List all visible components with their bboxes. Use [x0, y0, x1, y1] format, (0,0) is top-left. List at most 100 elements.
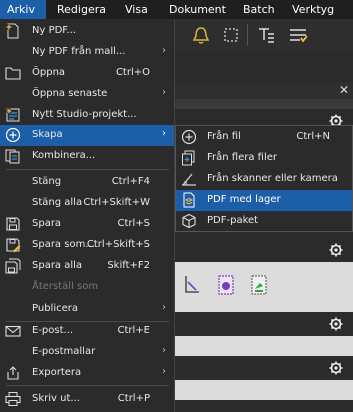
panel-header-2: [175, 238, 353, 262]
chevron-right-icon: ›: [162, 302, 166, 313]
menu-item-label: Stäng: [32, 176, 62, 187]
panel-header-4: [175, 356, 353, 380]
chevron-right-icon: ›: [162, 366, 166, 377]
panel-body-3: [175, 336, 353, 356]
panel-footer: [175, 400, 353, 412]
package-icon: [182, 213, 196, 229]
save-all-icon: [5, 258, 21, 274]
menu-redigera[interactable]: Redigera: [50, 0, 113, 19]
shortcut-text: Skift+F2: [107, 260, 150, 271]
shortcut-text: Ctrl+Skift+W: [83, 197, 150, 208]
menu-item-label: Nytt Studio-projekt...: [32, 109, 137, 120]
new-pdf-icon: [6, 23, 19, 39]
menu-batch[interactable]: Batch: [236, 0, 282, 19]
menu-item-print[interactable]: Skriv ut... Ctrl+P: [0, 389, 174, 410]
create-submenu: Från fil Ctrl+N Från flera filer Från sk…: [175, 125, 353, 232]
submenu-item-label: PDF med lager: [207, 194, 281, 205]
menu-item-label: Stäng alla: [32, 197, 83, 208]
shortcut-text: Ctrl+Skift+S: [86, 239, 150, 250]
toolbar: [175, 19, 353, 51]
menu-item-label: Återställ som: [32, 281, 99, 292]
menu-item-label: Publicera: [32, 303, 78, 314]
marquee-select-icon[interactable]: [220, 24, 242, 46]
menu-item-label: Skapa: [32, 129, 63, 140]
menu-item-save-as[interactable]: Spara som... Ctrl+Skift+S: [0, 235, 174, 256]
highlight-tool-icon[interactable]: [250, 274, 268, 296]
stamp-tool-icon[interactable]: [217, 274, 235, 296]
menu-separator: [6, 385, 169, 386]
gear-icon[interactable]: [329, 361, 343, 375]
menu-item-combine[interactable]: Kombinera...: [0, 146, 174, 167]
gear-icon[interactable]: [329, 317, 343, 331]
combine-icon: [5, 149, 20, 164]
panel-body-4: [175, 380, 353, 400]
submenu-item-from-multiple-files[interactable]: Från flera filer: [176, 148, 352, 169]
menubar: Arkiv Redigera Visa Dokument Batch Verkt…: [0, 0, 353, 19]
menu-item-label: Skriv ut...: [32, 393, 80, 404]
menu-separator: [6, 169, 169, 170]
toolbar-divider: [247, 24, 248, 46]
menu-item-export[interactable]: Exportera ›: [0, 363, 174, 384]
menu-visa[interactable]: Visa: [118, 0, 155, 19]
plus-circle-icon: [181, 129, 197, 145]
menu-item-publish[interactable]: Publicera ›: [0, 299, 174, 320]
chevron-right-icon: ›: [162, 345, 166, 356]
menu-item-close-all[interactable]: Stäng alla Ctrl+Skift+W: [0, 193, 174, 214]
submenu-item-from-scanner[interactable]: Från skanner eller kamera: [176, 169, 352, 190]
menu-item-new-studio-project[interactable]: Nytt Studio-projekt...: [0, 105, 174, 126]
shortcut-text: Ctrl+O: [115, 67, 150, 78]
menu-item-save-all[interactable]: Spara alla Skift+F2: [0, 256, 174, 277]
menu-item-open-recent[interactable]: Öppna senaste ›: [0, 84, 174, 105]
menu-item-email-templates[interactable]: E-postmallar ›: [0, 342, 174, 363]
menu-item-label: Exportera: [32, 367, 82, 378]
menu-item-label: Kombinera...: [32, 150, 96, 161]
search-panel: ✕: [175, 83, 353, 99]
measure-tool-icon[interactable]: [183, 274, 201, 296]
chevron-right-icon: ›: [162, 87, 166, 98]
submenu-item-pdf-package[interactable]: PDF-paket: [176, 211, 352, 232]
plus-circle-icon: [5, 127, 21, 143]
menu-item-label: Öppna senaste: [32, 88, 108, 99]
shortcut-text: Ctrl+S: [117, 218, 150, 229]
menu-item-new-pdf[interactable]: Ny PDF...: [0, 21, 174, 42]
close-icon[interactable]: ✕: [339, 83, 349, 97]
menu-item-open[interactable]: Öppna Ctrl+O: [0, 63, 174, 84]
submenu-item-label: Från flera filer: [207, 152, 277, 163]
printer-icon: [5, 392, 21, 406]
multiple-files-icon: [182, 150, 195, 166]
panel-header-3: [175, 312, 353, 336]
shortcut-text: Ctrl+F4: [111, 176, 150, 187]
tools-panel: [175, 262, 353, 312]
scanner-icon: [182, 173, 196, 186]
menu-item-label: Spara: [32, 218, 62, 229]
menu-item-new-from-template[interactable]: Ny PDF från mall... ›: [0, 42, 174, 63]
layers-icon: [183, 192, 195, 208]
menu-item-label: Spara som...: [32, 239, 95, 250]
gear-icon[interactable]: [329, 243, 343, 257]
menu-item-create[interactable]: Skapa ›: [0, 125, 174, 146]
chevron-right-icon: ›: [162, 128, 166, 139]
submenu-item-pdf-with-layers[interactable]: PDF med lager: [176, 190, 352, 211]
shortcut-text: Ctrl+N: [296, 131, 330, 142]
submenu-item-label: PDF-paket: [207, 215, 259, 226]
menu-item-email[interactable]: E-post... Ctrl+E: [0, 321, 174, 342]
menu-item-label: Spara alla: [32, 260, 83, 271]
text-edit-icon[interactable]: [255, 24, 277, 46]
menu-item-revert: Återställ som: [0, 277, 174, 298]
menu-item-label: E-post...: [32, 325, 74, 336]
shortcut-text: Ctrl+P: [117, 393, 150, 404]
menu-item-save[interactable]: Spara Ctrl+S: [0, 214, 174, 235]
bell-icon[interactable]: [190, 24, 212, 46]
menu-item-close[interactable]: Stäng Ctrl+F4: [0, 172, 174, 193]
save-as-icon: [6, 238, 21, 253]
envelope-icon: [5, 325, 21, 337]
submenu-item-from-file[interactable]: Från fil Ctrl+N: [176, 127, 352, 148]
menu-arkiv[interactable]: Arkiv: [0, 0, 46, 19]
form-fields-icon[interactable]: [287, 24, 309, 46]
studio-project-icon: [6, 108, 20, 122]
submenu-item-label: Från fil: [207, 131, 241, 142]
menu-item-label: Ny PDF...: [32, 25, 76, 36]
submenu-item-label: Från skanner eller kamera: [207, 173, 338, 184]
menu-verktyg[interactable]: Verktyg: [285, 0, 341, 19]
menu-dokument[interactable]: Dokument: [162, 0, 233, 19]
